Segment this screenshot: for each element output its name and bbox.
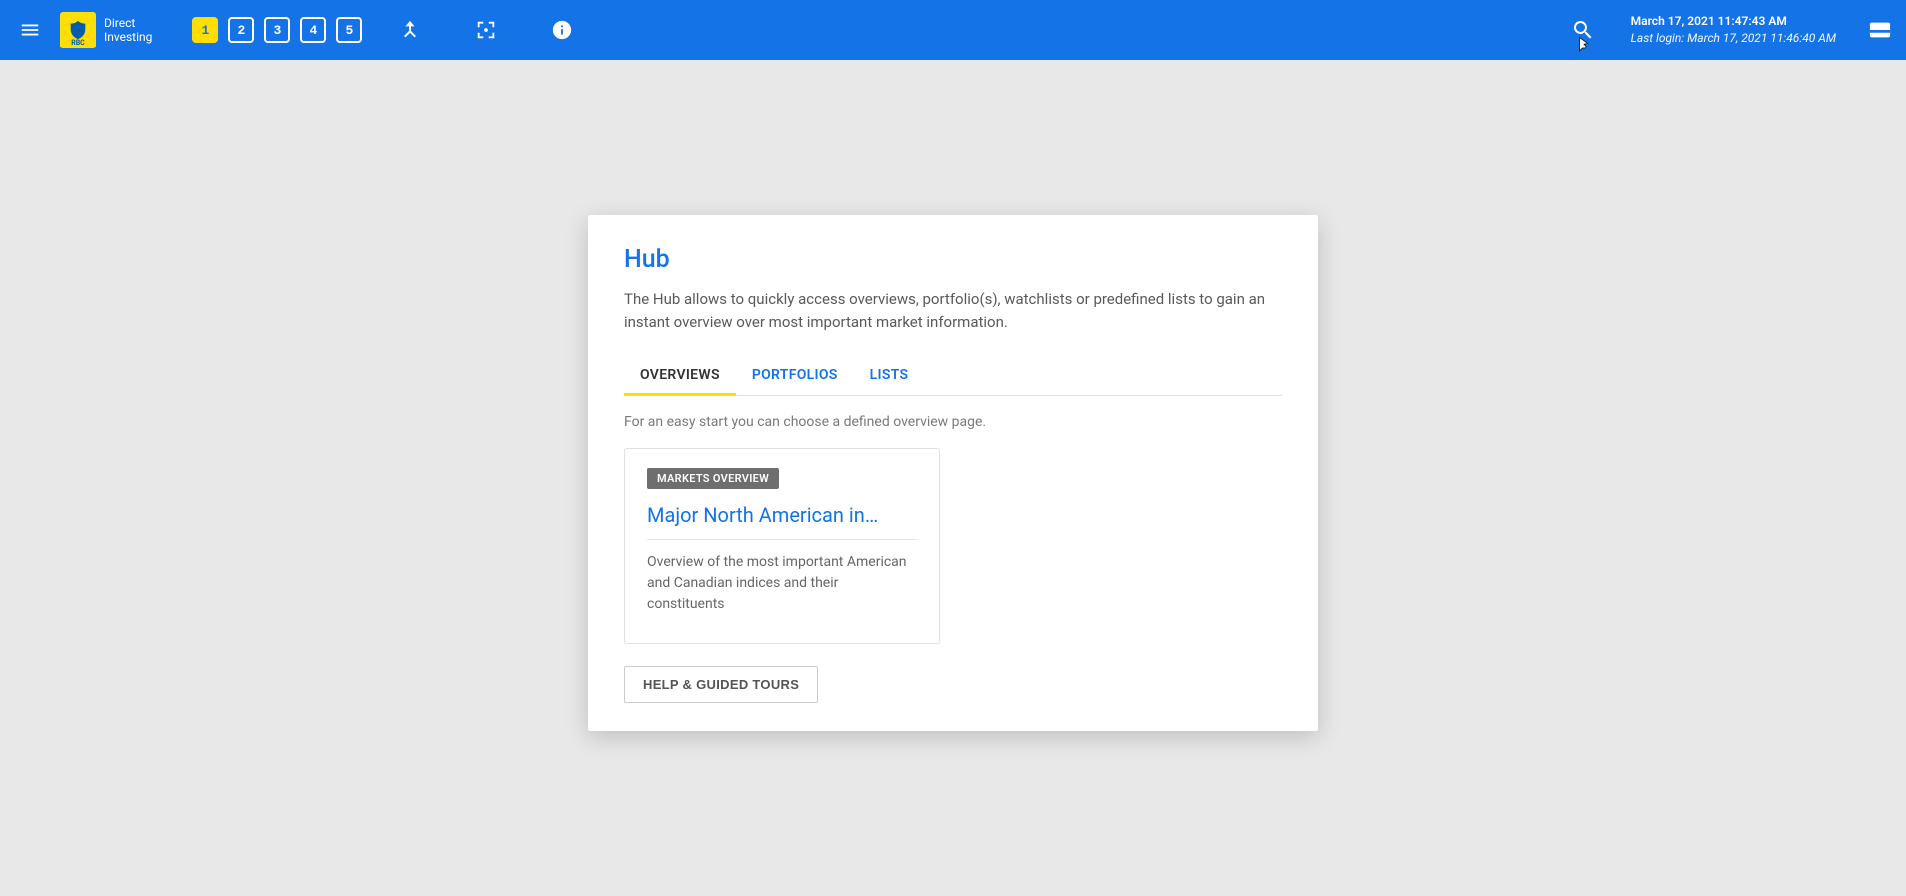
current-time: March 17, 2021 11:47:43 AM bbox=[1631, 13, 1836, 30]
tab-hint: For an easy start you can choose a defin… bbox=[624, 414, 1282, 430]
help-tours-button[interactable]: HELP & GUIDED TOURS bbox=[624, 666, 818, 703]
app-header: RBC Direct Investing 1 2 3 4 5 March 17,… bbox=[0, 0, 1906, 60]
merge-tool-button[interactable] bbox=[392, 12, 428, 48]
workspace-tab-1[interactable]: 1 bbox=[192, 17, 218, 43]
focus-tool-button[interactable] bbox=[468, 12, 504, 48]
overview-badge: MARKETS OVERVIEW bbox=[647, 468, 779, 489]
hub-panel: Hub The Hub allows to quickly access ove… bbox=[588, 215, 1318, 731]
hub-title: Hub bbox=[624, 245, 1282, 274]
brand-logo[interactable]: RBC Direct Investing bbox=[60, 12, 152, 48]
overview-card-description: Overview of the most important American … bbox=[647, 552, 917, 615]
menu-button[interactable] bbox=[12, 12, 48, 48]
search-icon bbox=[1571, 18, 1595, 42]
hamburger-icon bbox=[19, 19, 41, 41]
search-button[interactable] bbox=[1565, 12, 1601, 48]
tab-lists[interactable]: LISTS bbox=[854, 357, 925, 395]
overview-card-title: Major North American in… bbox=[647, 503, 917, 540]
brand-line2: Investing bbox=[104, 30, 152, 44]
tab-overviews[interactable]: OVERVIEWS bbox=[624, 357, 736, 395]
workspace-tabs: 1 2 3 4 5 bbox=[192, 17, 362, 43]
hub-description: The Hub allows to quickly access overvie… bbox=[624, 288, 1282, 333]
workspace-tab-4[interactable]: 4 bbox=[300, 17, 326, 43]
hub-tabs: OVERVIEWS PORTFOLIOS LISTS bbox=[624, 357, 1282, 396]
info-icon bbox=[551, 19, 573, 41]
rbc-label: RBC bbox=[60, 39, 96, 47]
rbc-shield-icon: RBC bbox=[60, 12, 96, 48]
brand-line1: Direct bbox=[104, 16, 152, 30]
main-content: Hub The Hub allows to quickly access ove… bbox=[0, 60, 1906, 731]
tab-portfolios[interactable]: PORTFOLIOS bbox=[736, 357, 854, 395]
workspace-tab-5[interactable]: 5 bbox=[336, 17, 362, 43]
workspace-tab-3[interactable]: 3 bbox=[264, 17, 290, 43]
crosshair-icon bbox=[475, 19, 497, 41]
last-login-time: Last login: March 17, 2021 11:46:40 AM bbox=[1631, 30, 1836, 47]
card-icon bbox=[1869, 21, 1891, 39]
header-timestamps: March 17, 2021 11:47:43 AM Last login: M… bbox=[1631, 13, 1836, 47]
overview-card-markets[interactable]: MARKETS OVERVIEW Major North American in… bbox=[624, 448, 940, 644]
brand-text: Direct Investing bbox=[104, 16, 152, 45]
account-menu-button[interactable] bbox=[1866, 16, 1894, 44]
merge-icon bbox=[399, 19, 421, 41]
workspace-tab-2[interactable]: 2 bbox=[228, 17, 254, 43]
info-button[interactable] bbox=[544, 12, 580, 48]
